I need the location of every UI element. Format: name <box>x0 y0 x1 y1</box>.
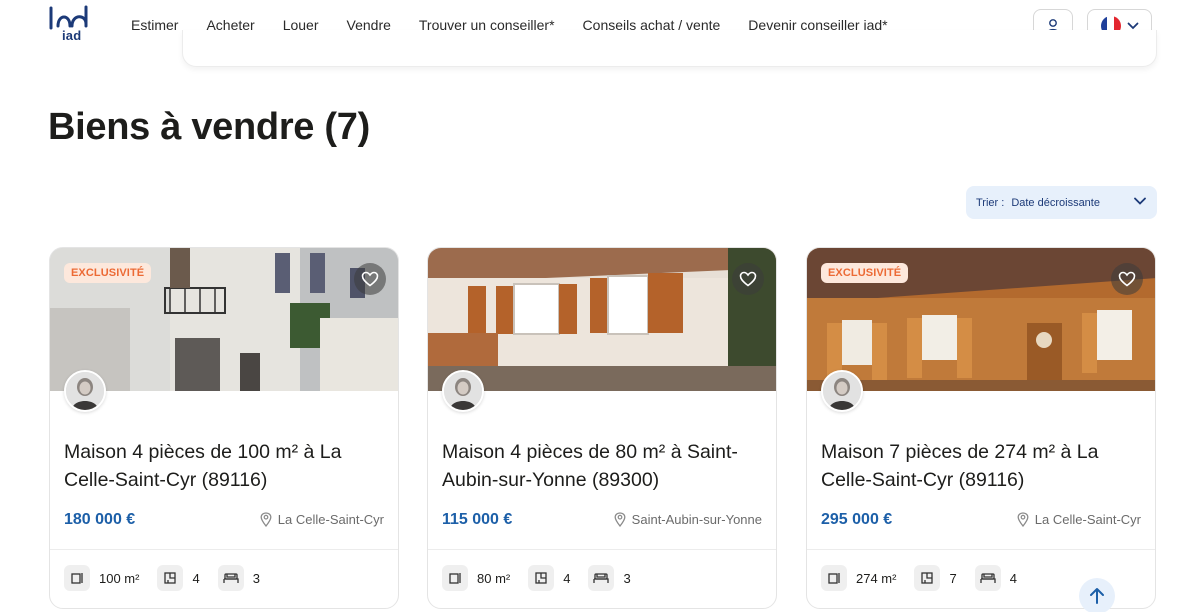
listing-features: 274 m² 7 4 <box>821 565 1035 591</box>
rooms-icon <box>528 565 555 591</box>
listing-photo[interactable]: EXCLUSIVITÉ <box>807 248 1155 391</box>
listing-price: 295 000 € <box>821 511 893 528</box>
feature-bedrooms: 3 <box>217 565 260 591</box>
location-text: La Celle-Saint-Cyr <box>1034 512 1141 527</box>
feature-rooms: 4 <box>157 565 200 591</box>
rooms-value: 4 <box>563 570 571 586</box>
arrow-up-icon <box>1090 588 1104 604</box>
listing-price: 180 000 € <box>64 511 136 528</box>
feature-surface: 80 m² <box>442 565 510 591</box>
feature-surface: 274 m² <box>821 565 896 591</box>
surface-value: 274 m² <box>856 570 897 586</box>
bed-icon <box>588 565 615 591</box>
rooms-value: 4 <box>192 570 200 586</box>
chevron-down-icon <box>1127 22 1138 29</box>
logo-wordmark: iad <box>62 28 82 43</box>
map-pin-icon <box>260 512 272 527</box>
bedrooms-value: 4 <box>1009 570 1017 586</box>
page-title: Biens à vendre (7) <box>48 106 370 148</box>
location-text: La Celle-Saint-Cyr <box>277 512 384 527</box>
listing-features: 100 m² 4 3 <box>64 565 278 591</box>
surface-icon <box>64 565 90 591</box>
rooms-value: 7 <box>949 570 957 586</box>
surface-icon <box>442 565 468 591</box>
map-pin-icon <box>1017 512 1029 527</box>
listing-title[interactable]: Maison 4 pièces de 80 m² à Saint-Aubin-s… <box>442 438 762 494</box>
heart-icon <box>361 271 379 287</box>
rooms-icon <box>914 565 941 591</box>
feature-surface: 100 m² <box>64 565 139 591</box>
bedrooms-value: 3 <box>623 570 631 586</box>
agent-avatar[interactable] <box>64 370 106 412</box>
chevron-down-icon <box>1134 197 1146 205</box>
listing-features: 80 m² 4 3 <box>442 565 649 591</box>
listing-photo[interactable]: EXCLUSIVITÉ <box>50 248 398 391</box>
listing-card[interactable]: EXCLUSIVITÉ Maison 7 pièces de 274 m² à … <box>806 247 1156 609</box>
exclusivity-badge: EXCLUSIVITÉ <box>64 263 152 283</box>
listing-location: Saint-Aubin-sur-Yonne <box>614 512 762 527</box>
favorite-button[interactable] <box>732 263 764 295</box>
surface-value: 100 m² <box>99 570 140 586</box>
sort-dropdown[interactable]: Trier : Date décroissante <box>966 186 1157 219</box>
scroll-to-top-button[interactable] <box>1079 578 1115 612</box>
divider <box>50 549 398 550</box>
feature-bedrooms: 3 <box>588 565 631 591</box>
favorite-button[interactable] <box>354 263 386 295</box>
heart-icon <box>1118 271 1136 287</box>
listing-price: 115 000 € <box>442 511 513 528</box>
surface-value: 80 m² <box>477 570 511 586</box>
feature-rooms: 4 <box>528 565 570 591</box>
listing-title[interactable]: Maison 7 pièces de 274 m² à La Celle-Sai… <box>821 438 1141 494</box>
divider <box>807 549 1155 550</box>
surface-icon <box>821 565 847 591</box>
exclusivity-badge: EXCLUSIVITÉ <box>821 263 909 283</box>
sort-label: Trier : <box>976 196 1005 209</box>
sort-value: Date décroissante <box>1011 196 1100 209</box>
heart-icon <box>739 271 757 287</box>
listing-location: La Celle-Saint-Cyr <box>1017 512 1141 527</box>
listing-card[interactable]: Maison 4 pièces de 80 m² à Saint-Aubin-s… <box>427 247 777 609</box>
favorite-button[interactable] <box>1111 263 1143 295</box>
nav-estimer[interactable]: Estimer <box>131 17 178 33</box>
feature-bedrooms: 4 <box>974 565 1017 591</box>
bedrooms-value: 3 <box>252 570 260 586</box>
listing-card[interactable]: EXCLUSIVITÉ Maison 4 pièces de 100 m² à … <box>49 247 399 609</box>
listing-photo[interactable] <box>428 248 776 391</box>
bed-icon <box>974 565 1001 591</box>
listing-location: La Celle-Saint-Cyr <box>260 512 384 527</box>
rooms-icon <box>157 565 184 591</box>
agent-avatar[interactable] <box>821 370 863 412</box>
map-pin-icon <box>614 512 626 527</box>
divider <box>428 549 776 550</box>
bed-icon <box>217 565 244 591</box>
location-text: Saint-Aubin-sur-Yonne <box>631 512 762 527</box>
agent-avatar[interactable] <box>442 370 484 412</box>
feature-rooms: 7 <box>914 565 957 591</box>
search-panel-edge <box>182 30 1157 67</box>
listing-title[interactable]: Maison 4 pièces de 100 m² à La Celle-Sai… <box>64 438 384 494</box>
